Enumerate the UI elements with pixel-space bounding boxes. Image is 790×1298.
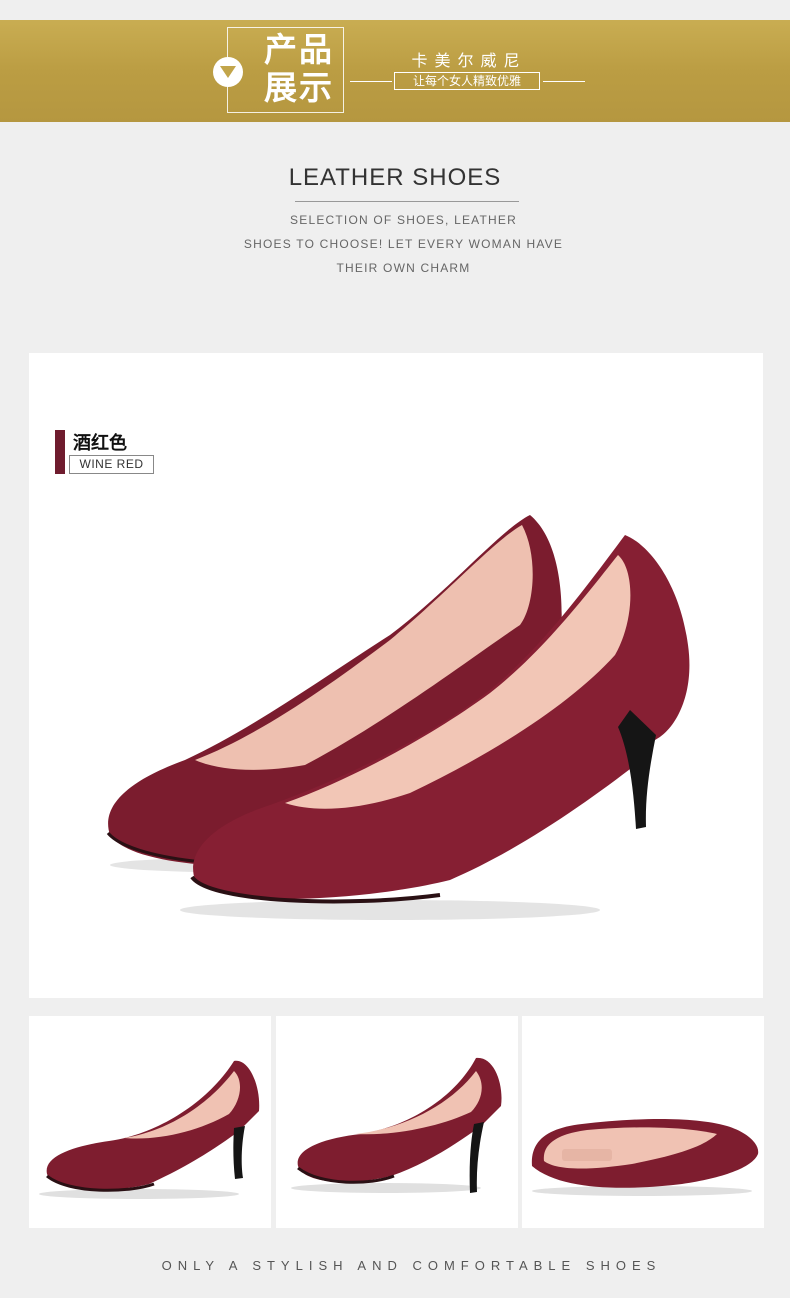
thumbnail-top-view[interactable] [522, 1016, 764, 1228]
shoe-side-image [39, 1060, 260, 1199]
color-name-en: WINE RED [69, 455, 154, 474]
thumbnail-angle-view[interactable] [276, 1016, 518, 1228]
shoe-angle-image [291, 1057, 502, 1193]
brand-name: 卡美尔威尼 [411, 53, 527, 70]
banner-title-line1: 产品 [264, 30, 334, 69]
product-banner: 产品 展示 卡美尔威尼 让每个女人精致优雅 [0, 20, 790, 122]
intro-line-3: THEIR OWN CHARM [336, 261, 471, 275]
color-name-cn: 酒红色 [73, 433, 127, 453]
intro-line-1: SELECTION OF SHOES, LEATHER [290, 213, 517, 227]
color-tag-bar [55, 430, 65, 474]
section-heading: LEATHER SHOES [288, 164, 502, 191]
down-arrow-badge [213, 57, 243, 87]
slogan-rule-right [543, 81, 585, 82]
footer-tagline: ONLY A STYLISH AND COMFORTABLE SHOES [161, 1258, 662, 1273]
hero-shoe-image[interactable] [90, 505, 700, 945]
slogan-rule-left [350, 81, 392, 82]
heading-divider [295, 201, 519, 202]
intro-line-2: SHOES TO CHOOSE! LET EVERY WOMAN HAVE [243, 237, 564, 251]
shoe-top-image [531, 1119, 759, 1196]
down-triangle-icon [220, 66, 236, 78]
brand-slogan: 让每个女人精致优雅 [394, 72, 540, 90]
banner-title-line2: 展示 [264, 68, 334, 107]
thumbnail-side-view[interactable] [29, 1016, 271, 1228]
